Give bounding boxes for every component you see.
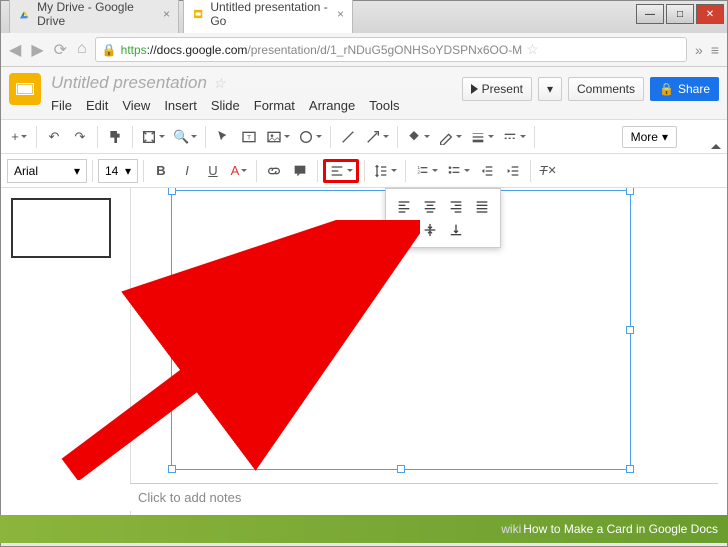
wikihow-banner: wiki How to Make a Card in Google Docs bbox=[0, 515, 728, 543]
image-tool[interactable] bbox=[263, 125, 293, 149]
align-left-icon[interactable] bbox=[393, 196, 415, 216]
resize-handle-nw[interactable] bbox=[168, 188, 176, 195]
speaker-notes[interactable]: Click to add notes bbox=[130, 483, 718, 511]
border-weight-button[interactable] bbox=[467, 125, 497, 149]
clear-formatting-button[interactable]: T✕ bbox=[536, 159, 560, 183]
numbered-list-button[interactable]: 12 bbox=[411, 159, 441, 183]
toolbar-row-1: + ↶ ↷ 🔍 T More▾ bbox=[1, 120, 727, 154]
decrease-indent-button[interactable] bbox=[475, 159, 499, 183]
zoom-button[interactable]: 🔍 bbox=[170, 125, 200, 149]
svg-text:2: 2 bbox=[417, 169, 420, 174]
menu-tools[interactable]: Tools bbox=[369, 98, 399, 113]
browser-tab-bar: My Drive - Google Drive × Untitled prese… bbox=[1, 1, 727, 33]
star-doc-icon[interactable]: ☆ bbox=[213, 75, 226, 92]
fill-color-button[interactable] bbox=[403, 125, 433, 149]
slides-logo[interactable] bbox=[9, 73, 41, 105]
textbox-tool[interactable]: T bbox=[237, 125, 261, 149]
menu-format[interactable]: Format bbox=[254, 98, 295, 113]
menu-edit[interactable]: Edit bbox=[86, 98, 108, 113]
close-tab-icon[interactable]: × bbox=[337, 7, 344, 21]
paint-format-button[interactable] bbox=[103, 125, 127, 149]
align-justify-icon[interactable] bbox=[471, 196, 493, 216]
play-icon bbox=[471, 84, 478, 94]
slides-tab-icon bbox=[192, 7, 204, 21]
line-spacing-button[interactable] bbox=[370, 159, 400, 183]
more-button[interactable]: More▾ bbox=[622, 126, 677, 148]
tab-label: My Drive - Google Drive bbox=[37, 0, 157, 28]
extensions-button[interactable]: » bbox=[695, 42, 703, 58]
slide-thumbnails bbox=[1, 188, 131, 533]
bullet-list-button[interactable] bbox=[443, 159, 473, 183]
align-middle-icon[interactable] bbox=[419, 220, 441, 240]
home-button[interactable]: ⌂ bbox=[77, 40, 87, 60]
close-tab-icon[interactable]: × bbox=[163, 7, 170, 21]
align-top-icon[interactable] bbox=[393, 220, 415, 240]
redo-button[interactable]: ↷ bbox=[68, 125, 92, 149]
select-tool[interactable] bbox=[211, 125, 235, 149]
menu-slide[interactable]: Slide bbox=[211, 98, 240, 113]
doc-title[interactable]: Untitled presentation bbox=[51, 73, 207, 93]
present-dropdown[interactable]: ▾ bbox=[538, 77, 562, 101]
present-button[interactable]: Present bbox=[462, 77, 532, 101]
text-color-button[interactable]: A bbox=[227, 159, 251, 183]
menu-arrange[interactable]: Arrange bbox=[309, 98, 355, 113]
insert-link-button[interactable] bbox=[262, 159, 286, 183]
drive-icon bbox=[18, 7, 31, 21]
svg-text:T: T bbox=[247, 134, 251, 141]
resize-handle-se[interactable] bbox=[626, 465, 634, 473]
increase-indent-button[interactable] bbox=[501, 159, 525, 183]
resize-handle-w[interactable] bbox=[168, 326, 176, 334]
tab-label: Untitled presentation - Go bbox=[210, 0, 331, 28]
canvas-area bbox=[1, 188, 727, 533]
lock-icon: 🔒 bbox=[659, 82, 674, 96]
close-window-button[interactable]: ✕ bbox=[696, 4, 724, 24]
align-button[interactable] bbox=[323, 159, 359, 183]
bookmark-star-icon[interactable]: ☆ bbox=[526, 41, 539, 58]
font-size-select[interactable]: 14▾ bbox=[98, 159, 138, 183]
toolbar-row-2: Arial▾ 14▾ B I U A 12 T✕ bbox=[1, 154, 727, 188]
resize-handle-e[interactable] bbox=[626, 326, 634, 334]
shape-tool[interactable] bbox=[295, 125, 325, 149]
resize-handle-ne[interactable] bbox=[626, 188, 634, 195]
insert-comment-button[interactable] bbox=[288, 159, 312, 183]
comments-button[interactable]: Comments bbox=[568, 77, 644, 101]
menu-insert[interactable]: Insert bbox=[164, 98, 197, 113]
url-input[interactable]: 🔒 https://docs.google.com/presentation/d… bbox=[95, 37, 687, 62]
slides-icon bbox=[16, 82, 34, 96]
address-bar: ◀ ▶ ⟳ ⌂ 🔒 https://docs.google.com/presen… bbox=[1, 33, 727, 67]
app-header: Untitled presentation ☆ File Edit View I… bbox=[1, 67, 727, 120]
align-popup bbox=[385, 188, 501, 248]
border-color-button[interactable] bbox=[435, 125, 465, 149]
browser-menu-button[interactable]: ≡ bbox=[711, 42, 719, 58]
lock-icon: 🔒 bbox=[102, 43, 117, 57]
url-text: https://docs.google.com/presentation/d/1… bbox=[121, 43, 523, 57]
underline-button[interactable]: U bbox=[201, 159, 225, 183]
font-select[interactable]: Arial▾ bbox=[7, 159, 87, 183]
new-slide-button[interactable]: + bbox=[7, 125, 31, 149]
share-button[interactable]: 🔒 Share bbox=[650, 77, 719, 101]
menu-view[interactable]: View bbox=[122, 98, 150, 113]
zoom-fit-button[interactable] bbox=[138, 125, 168, 149]
align-center-icon[interactable] bbox=[419, 196, 441, 216]
border-dash-button[interactable] bbox=[499, 125, 529, 149]
resize-handle-s[interactable] bbox=[397, 465, 405, 473]
back-button[interactable]: ◀ bbox=[9, 40, 21, 60]
align-bottom-icon[interactable] bbox=[445, 220, 467, 240]
undo-button[interactable]: ↶ bbox=[42, 125, 66, 149]
resize-handle-sw[interactable] bbox=[168, 465, 176, 473]
forward-button[interactable]: ▶ bbox=[31, 40, 43, 60]
slide-thumbnail-1[interactable] bbox=[11, 198, 111, 258]
collapse-toolbar-button[interactable] bbox=[711, 129, 721, 144]
minimize-button[interactable]: — bbox=[636, 4, 664, 24]
browser-tab-drive[interactable]: My Drive - Google Drive × bbox=[9, 0, 179, 33]
line-tool[interactable] bbox=[336, 125, 360, 149]
italic-button[interactable]: I bbox=[175, 159, 199, 183]
bold-button[interactable]: B bbox=[149, 159, 173, 183]
maximize-button[interactable]: □ bbox=[666, 4, 694, 24]
align-right-icon[interactable] bbox=[445, 196, 467, 216]
reload-button[interactable]: ⟳ bbox=[54, 40, 67, 60]
menu-file[interactable]: File bbox=[51, 98, 72, 113]
browser-tab-slides[interactable]: Untitled presentation - Go × bbox=[183, 0, 353, 33]
arrow-tool[interactable] bbox=[362, 125, 392, 149]
